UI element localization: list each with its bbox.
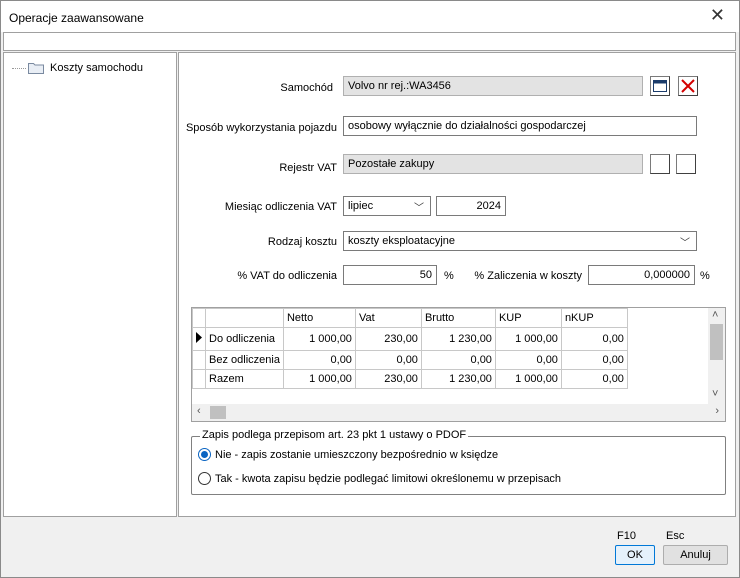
radio-label-tak: Tak - kwota zapisu będzie podlegać limit… — [215, 472, 562, 485]
cell-kup[interactable]: 1 000,00 — [494, 369, 562, 389]
zal-pct-label: % Zaliczenia w koszty — [474, 270, 582, 282]
rejestr-field: Pozostałe zakupy — [343, 154, 643, 174]
tree-connector — [12, 67, 26, 69]
vat-pct-field[interactable]: 50 — [343, 265, 437, 285]
tree-item-label: Koszty samochodu — [50, 62, 143, 74]
samochod-label: Samochód — [280, 82, 333, 94]
col-header-netto[interactable]: Netto — [282, 308, 356, 328]
radio-option-tak[interactable]: Tak - kwota zapisu będzie podlegać limit… — [198, 472, 561, 485]
select-car-button[interactable] — [650, 76, 670, 96]
radio-label-nie: Nie - zapis zostanie umieszczony bezpośr… — [215, 448, 499, 461]
col-header-nkup[interactable]: nKUP — [560, 308, 628, 328]
vat-pct-label: % VAT do odliczenia — [237, 270, 337, 282]
window-title: Operacje zaawansowane — [9, 11, 144, 25]
sposob-field[interactable]: osobowy wyłącznie do działalności gospod… — [343, 116, 697, 136]
row-indicator — [192, 369, 206, 389]
month-value: lipiec — [348, 200, 374, 212]
ok-button[interactable]: OK — [615, 545, 655, 565]
scroll-down-icon[interactable]: ˅ — [712, 388, 718, 400]
scroll-right-icon[interactable]: › — [715, 405, 719, 417]
grid-corner — [192, 308, 206, 328]
cancel-hotkey-label: Esc — [666, 530, 685, 542]
row-label: Do odliczenia — [205, 327, 284, 351]
pdof-groupbox: Zapis podlega przepisom art. 23 pkt 1 us… — [191, 429, 726, 495]
tree-panel: Koszty samochodu — [3, 52, 177, 517]
rejestr-select-button[interactable] — [650, 154, 670, 174]
chevron-down-icon: ﹀ — [680, 238, 690, 249]
rodzaj-label: Rodzaj kosztu — [267, 236, 337, 248]
miesiac-label: Miesiąc odliczenia VAT — [224, 201, 337, 213]
month-select[interactable]: lipiec ﹀ — [343, 196, 431, 216]
title-bar: Operacje zaawansowane ✕ — [0, 0, 740, 32]
row-indicator — [192, 350, 206, 370]
vertical-scrollbar[interactable]: ˄ ˅ — [708, 308, 725, 406]
folder-icon — [28, 63, 44, 74]
cell-netto[interactable]: 1 000,00 — [282, 327, 356, 351]
cost-type-value: koszty eksploatacyjne — [348, 235, 455, 247]
groupbox-title: Zapis podlega przepisom art. 23 pkt 1 us… — [200, 429, 469, 441]
cell-nkup[interactable]: 0,00 — [560, 369, 628, 389]
horizontal-scrollbar[interactable]: ‹ › — [192, 404, 725, 421]
row-label: Razem — [205, 369, 284, 389]
table-row[interactable]: Do odliczenia 1 000,00 230,00 1 230,00 1… — [192, 327, 628, 351]
chevron-down-icon: ﹀ — [414, 203, 424, 214]
rejestr-clear-button[interactable] — [676, 154, 696, 174]
window-icon — [653, 80, 667, 92]
table-row[interactable]: Bez odliczenia 0,00 0,00 0,00 0,00 0,00 — [192, 350, 628, 370]
vertical-scroll-thumb[interactable] — [710, 324, 723, 360]
grid-header-label — [205, 308, 284, 328]
ok-hotkey-label: F10 — [617, 530, 636, 542]
cell-brutto[interactable]: 1 230,00 — [420, 327, 496, 351]
top-strip — [3, 32, 736, 51]
scroll-left-icon[interactable]: ‹ — [197, 405, 201, 417]
cell-brutto[interactable]: 1 230,00 — [420, 369, 496, 389]
cell-netto[interactable]: 1 000,00 — [282, 369, 356, 389]
cell-nkup[interactable]: 0,00 — [560, 350, 628, 370]
col-header-kup[interactable]: KUP — [494, 308, 562, 328]
delete-x-icon — [681, 79, 695, 93]
clear-car-button[interactable] — [678, 76, 698, 96]
zal-pct-unit: % — [700, 270, 710, 282]
form-panel: Samochód Volvo nr rej.:WA3456 Sposób wyk… — [178, 52, 736, 517]
samochod-field: Volvo nr rej.:WA3456 — [343, 76, 643, 96]
cell-vat[interactable]: 230,00 — [354, 327, 422, 351]
vat-pct-unit: % — [444, 270, 454, 282]
amounts-grid[interactable]: Netto Vat Brutto KUP nKUP Do odliczenia … — [191, 307, 726, 422]
cell-brutto[interactable]: 0,00 — [420, 350, 496, 370]
radio-button[interactable] — [198, 472, 211, 485]
sposob-label: Sposób wykorzystania pojazdu — [185, 122, 337, 134]
row-current-indicator-icon — [192, 327, 206, 351]
table-row[interactable]: Razem 1 000,00 230,00 1 230,00 1 000,00 … — [192, 369, 628, 389]
col-header-brutto[interactable]: Brutto — [420, 308, 496, 328]
col-header-vat[interactable]: Vat — [354, 308, 422, 328]
amounts-table: Netto Vat Brutto KUP nKUP Do odliczenia … — [192, 308, 628, 389]
cell-kup[interactable]: 0,00 — [494, 350, 562, 370]
grid-header-row: Netto Vat Brutto KUP nKUP — [192, 308, 628, 328]
radio-option-nie[interactable]: Nie - zapis zostanie umieszczony bezpośr… — [198, 448, 498, 461]
cost-type-select[interactable]: koszty eksploatacyjne ﹀ — [343, 231, 697, 251]
close-icon[interactable]: ✕ — [710, 6, 725, 24]
scroll-up-icon[interactable]: ˄ — [712, 309, 718, 321]
radio-button-selected[interactable] — [198, 448, 211, 461]
row-label: Bez odliczenia — [205, 350, 284, 370]
tree-item-koszty-samochodu[interactable]: Koszty samochodu — [12, 62, 143, 74]
cell-kup[interactable]: 1 000,00 — [494, 327, 562, 351]
zal-pct-field[interactable]: 0,000000 — [588, 265, 695, 285]
cell-vat[interactable]: 230,00 — [354, 369, 422, 389]
rejestr-label: Rejestr VAT — [279, 162, 337, 174]
cell-netto[interactable]: 0,00 — [282, 350, 356, 370]
horizontal-scroll-thumb[interactable] — [210, 406, 226, 419]
cell-nkup[interactable]: 0,00 — [560, 327, 628, 351]
cancel-button[interactable]: Anuluj — [663, 545, 728, 565]
cell-vat[interactable]: 0,00 — [354, 350, 422, 370]
year-field[interactable]: 2024 — [436, 196, 506, 216]
